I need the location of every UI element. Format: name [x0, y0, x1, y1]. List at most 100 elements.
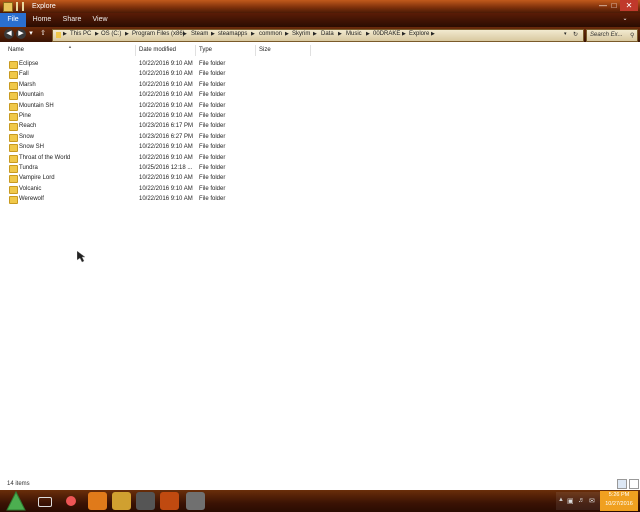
- store-icon[interactable]: [160, 492, 179, 510]
- chevron-right-icon[interactable]: ▶: [338, 31, 342, 37]
- chevron-up-icon[interactable]: ▲: [558, 497, 564, 503]
- details-view-icon[interactable]: [617, 479, 627, 489]
- row-name[interactable]: Snow SH: [19, 144, 44, 150]
- breadcrumb-item[interactable]: Steam: [191, 31, 208, 37]
- table-row[interactable]: Vampire Lord 10/22/2016 9:10 AM File folde…: [0, 174, 640, 184]
- table-row[interactable]: Eclipse 10/22/2016 9:10 AM File folder: [0, 60, 640, 70]
- folder-icon[interactable]: [3, 2, 13, 12]
- row-date: 10/22/2016 9:10 AM: [139, 61, 193, 67]
- close-button[interactable]: ✕: [620, 0, 638, 11]
- folder-icon: [9, 113, 18, 121]
- table-row[interactable]: Reach 10/23/2016 6:17 PM File folder: [0, 122, 640, 132]
- taskbar-clock[interactable]: 5:26 PM 10/27/2016: [600, 491, 638, 511]
- up-arrow-icon[interactable]: ⇧: [38, 29, 48, 39]
- table-row[interactable]: Pine 10/22/2016 9:10 AM File folder: [0, 112, 640, 122]
- chevron-right-icon[interactable]: ▶: [251, 31, 255, 37]
- tab-view[interactable]: View: [89, 13, 111, 27]
- forward-arrow-icon[interactable]: ▶: [16, 29, 26, 39]
- network-icon[interactable]: ▣: [567, 497, 574, 505]
- breadcrumb-item[interactable]: Skyrim: [292, 31, 310, 37]
- task-view-icon[interactable]: [38, 497, 52, 507]
- tab-share[interactable]: Share: [60, 13, 84, 27]
- row-type: File folder: [199, 165, 226, 171]
- large-icons-view-icon[interactable]: [629, 479, 639, 489]
- row-name[interactable]: Werewolf: [19, 196, 44, 202]
- breadcrumb-item[interactable]: Music: [346, 31, 362, 37]
- search-input[interactable]: Search Ex... ⚲: [586, 29, 638, 42]
- row-type: File folder: [199, 102, 226, 109]
- breadcrumb-item[interactable]: OS (C:): [101, 31, 121, 37]
- table-row[interactable]: Throat of the World 10/22/2016 9:10 AM Fil…: [0, 154, 640, 164]
- refresh-icon[interactable]: ↻: [573, 31, 578, 38]
- breadcrumb-item[interactable]: common: [259, 31, 282, 37]
- tab-home[interactable]: Home: [30, 13, 54, 27]
- chevron-right-icon[interactable]: ▶: [366, 31, 370, 37]
- row-name[interactable]: Mountain SH: [19, 103, 54, 109]
- column-header-date[interactable]: Date modified: [136, 45, 196, 56]
- row-name[interactable]: Fall: [19, 71, 29, 77]
- breadcrumb-item[interactable]: steamapps: [218, 31, 247, 37]
- table-row[interactable]: Volcanic 10/22/2016 9:10 AM File folder: [0, 185, 640, 195]
- column-header-type[interactable]: Type: [196, 45, 256, 56]
- chevron-right-icon[interactable]: ▶: [63, 31, 67, 37]
- chevron-right-icon[interactable]: ▶: [431, 31, 435, 37]
- folder-icon: [9, 185, 18, 194]
- address-bar[interactable]: ▶ This PC ▶ OS (C:) ▶ Program Files (x86…: [52, 29, 584, 42]
- table-row[interactable]: Fall 10/22/2016 9:10 AM File folder: [0, 70, 640, 80]
- chevron-down-icon[interactable]: ▾: [564, 31, 567, 37]
- breadcrumb-item[interactable]: Data: [321, 31, 334, 37]
- chevron-right-icon[interactable]: ▶: [125, 31, 129, 37]
- system-tray: ▲ ▣ ♬ ✉: [556, 492, 600, 510]
- start-button[interactable]: [6, 491, 26, 511]
- chevron-right-icon[interactable]: ▶: [211, 31, 215, 37]
- chevron-down-icon[interactable]: ⌄: [620, 14, 630, 25]
- row-name[interactable]: Throat of the World: [19, 155, 70, 161]
- chevron-right-icon[interactable]: ▶: [285, 31, 289, 37]
- table-row[interactable]: Snow SH 10/22/2016 9:10 AM File folder: [0, 143, 640, 153]
- maximize-button[interactable]: □: [609, 0, 619, 11]
- back-arrow-icon[interactable]: ◀: [4, 29, 14, 39]
- row-name[interactable]: Tundra: [19, 165, 38, 171]
- breadcrumb-item[interactable]: 00DRAKE: [373, 31, 400, 37]
- row-name[interactable]: Volcanic: [19, 186, 41, 192]
- row-date: 10/23/2016 6:17 PM: [139, 123, 194, 130]
- tab-file[interactable]: File: [0, 13, 26, 27]
- chevron-down-icon[interactable]: ▾: [28, 29, 34, 39]
- row-type: File folder: [199, 61, 226, 67]
- folder-icon: [56, 32, 61, 38]
- file-explorer-icon[interactable]: [112, 492, 131, 510]
- breadcrumb-item[interactable]: Program Files (x86): [132, 31, 185, 37]
- chevron-right-icon[interactable]: ▶: [95, 31, 99, 37]
- row-name[interactable]: Marsh: [19, 82, 36, 88]
- table-row[interactable]: Tundra 10/25/2016 12:18 ... File folder: [0, 164, 640, 174]
- row-name[interactable]: Pine: [19, 113, 31, 119]
- steam-icon[interactable]: [136, 492, 155, 510]
- chevron-right-icon[interactable]: ▶: [313, 31, 317, 37]
- chevron-right-icon[interactable]: ▶: [183, 31, 187, 37]
- row-name[interactable]: Vampire Lord: [19, 175, 55, 181]
- breadcrumb-item[interactable]: Explore: [409, 31, 429, 37]
- table-row[interactable]: Mountain 10/22/2016 9:10 AM File folder: [0, 91, 640, 101]
- row-name[interactable]: Reach: [19, 123, 36, 129]
- volume-icon[interactable]: ♬: [578, 497, 585, 504]
- column-header-size[interactable]: Size: [256, 45, 311, 56]
- breadcrumb-item[interactable]: This PC: [70, 31, 91, 37]
- search-icon[interactable]: ⚲: [630, 32, 634, 39]
- chevron-right-icon[interactable]: ▶: [402, 31, 406, 37]
- table-row[interactable]: Mountain SH 10/22/2016 9:10 AM File folder: [0, 102, 640, 112]
- app-window-icon[interactable]: [186, 492, 205, 510]
- app-icon[interactable]: [66, 496, 76, 506]
- folder-icon: [9, 81, 18, 90]
- row-name[interactable]: Eclipse: [19, 61, 38, 67]
- row-name[interactable]: Mountain: [19, 92, 44, 98]
- notification-icon[interactable]: ✉: [589, 497, 595, 505]
- clock-date: 10/27/2016: [605, 501, 633, 507]
- table-row[interactable]: Snow 10/23/2016 6:27 PM File folder: [0, 133, 640, 143]
- firefox-icon[interactable]: [88, 492, 107, 510]
- minimize-button[interactable]: —: [598, 0, 608, 11]
- table-row[interactable]: Marsh 10/22/2016 9:10 AM File folder: [0, 81, 640, 91]
- folder-icon: [9, 71, 18, 80]
- row-date: 10/22/2016 9:10 AM: [139, 102, 193, 109]
- row-name[interactable]: Snow: [19, 134, 34, 140]
- table-row[interactable]: Werewolf 10/22/2016 9:10 AM File folder: [0, 195, 640, 205]
